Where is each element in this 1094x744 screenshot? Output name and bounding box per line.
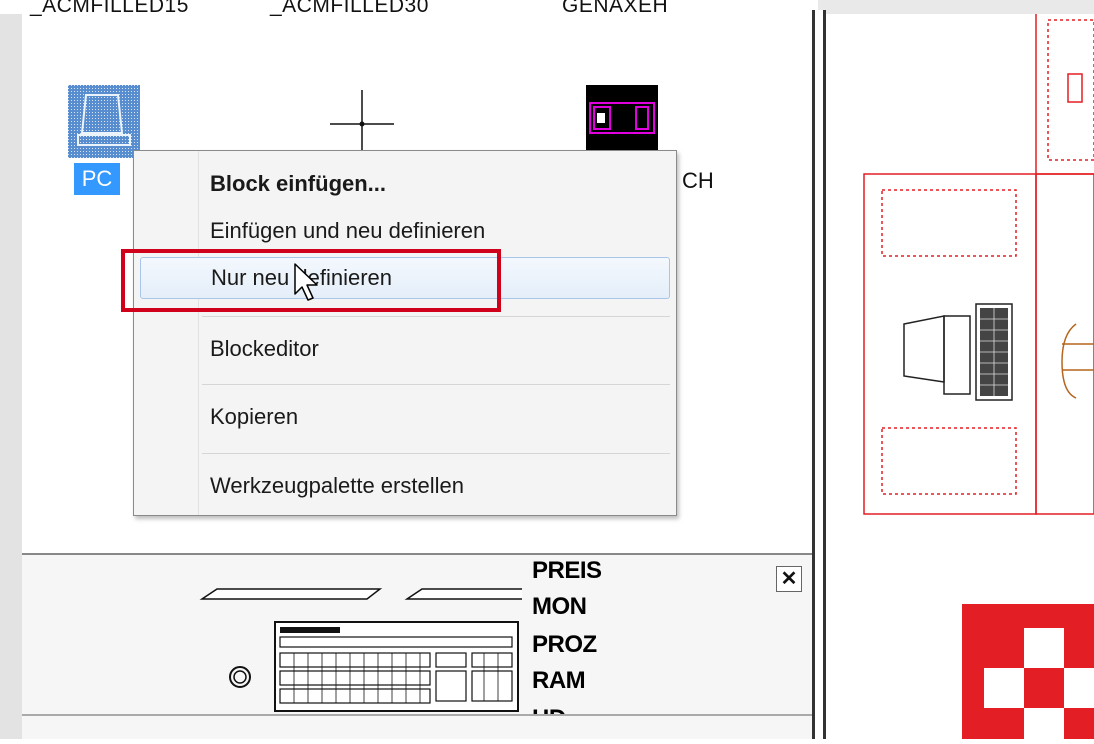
block-label-partial[interactable]: CH [682, 168, 714, 194]
attribute-proz: PROZ [532, 631, 597, 658]
menu-separator [202, 384, 670, 385]
genaxeh-block-icon[interactable] [586, 85, 658, 155]
menu-item-block-einfuegen[interactable]: Block einfügen... [140, 163, 670, 205]
monitor-icon [903, 315, 971, 395]
mouse-pointer-icon [294, 263, 318, 301]
menu-item-kopieren[interactable]: Kopieren [140, 396, 670, 438]
logo [962, 604, 1094, 739]
menu-item-einfuegen-neu-definieren[interactable]: Einfügen und neu definieren [140, 210, 670, 252]
selected-block-label[interactable]: PC [74, 163, 120, 195]
left-edge [0, 14, 22, 739]
preview-bottom-border [22, 714, 812, 716]
pc-block-icon[interactable] [68, 85, 140, 158]
close-icon[interactable]: ✕ [776, 566, 802, 592]
block-label-acmfilled30[interactable]: _ACMFILLED30 [270, 0, 429, 18]
context-menu: Block einfügen... Einfügen und neu defin… [133, 150, 677, 516]
menu-separator [202, 316, 670, 317]
keyboard-drawing [274, 621, 519, 712]
attribute-ram: RAM [532, 667, 586, 694]
attribute-preis: PREIS [532, 557, 602, 584]
panel-divider[interactable] [812, 10, 826, 739]
crosshair-block-icon[interactable] [330, 90, 394, 156]
menu-separator [202, 453, 670, 454]
block-preview [22, 553, 812, 739]
menu-item-blockeditor[interactable]: Blockeditor [140, 328, 670, 370]
menu-item-werkzeugpalette-erstellen[interactable]: Werkzeugpalette erstellen [140, 465, 670, 507]
block-label-acmfilled15[interactable]: _ACMFILLED15 [30, 0, 189, 18]
attribute-mon: MON [532, 593, 587, 620]
keyboard-icon [975, 303, 1013, 401]
block-label-genaxeh[interactable]: GENAXEH [562, 0, 668, 18]
